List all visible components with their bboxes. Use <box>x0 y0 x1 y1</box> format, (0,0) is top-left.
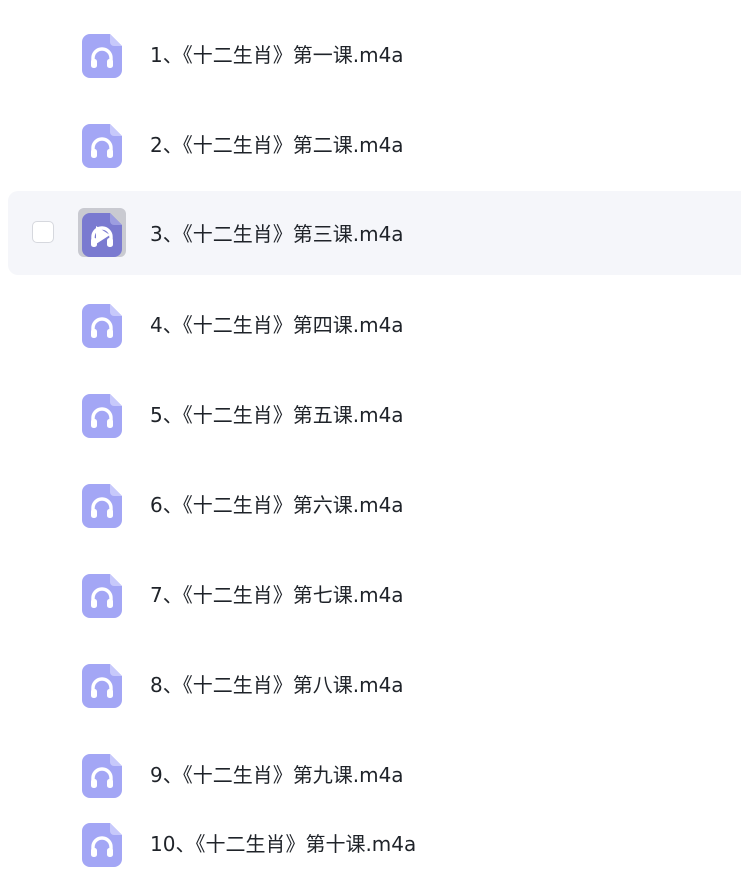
file-name[interactable]: 9、《十二生肖》第九课.m4a <box>150 762 404 788</box>
file-name[interactable]: 10、《十二生肖》第十课.m4a <box>150 831 416 857</box>
file-row[interactable]: 2、《十二生肖》第二课.m4a <box>8 102 741 186</box>
file-name[interactable]: 1、《十二生肖》第一课.m4a <box>150 42 404 68</box>
file-row[interactable]: 7、《十二生肖》第七课.m4a <box>8 552 741 636</box>
headphones-icon <box>82 754 122 798</box>
headphones-icon <box>82 484 122 528</box>
file-name[interactable]: 2、《十二生肖》第二课.m4a <box>150 132 404 158</box>
headphones-icon <box>82 34 122 78</box>
file-name[interactable]: 8、《十二生肖》第八课.m4a <box>150 672 404 698</box>
file-name[interactable]: 3、《十二生肖》第三课.m4a <box>150 221 404 247</box>
headphones-icon <box>82 574 122 618</box>
file-name[interactable]: 4、《十二生肖》第四课.m4a <box>150 312 404 338</box>
file-name[interactable]: 5、《十二生肖》第五课.m4a <box>150 402 404 428</box>
audio-file-icon[interactable] <box>82 304 122 348</box>
headphones-icon <box>82 304 122 348</box>
audio-file-icon[interactable] <box>82 213 122 257</box>
headphones-icon <box>82 823 122 867</box>
file-name[interactable]: 6、《十二生肖》第六课.m4a <box>150 492 404 518</box>
audio-file-icon[interactable] <box>82 124 122 168</box>
file-row[interactable]: 4、《十二生肖》第四课.m4a <box>8 282 741 366</box>
file-name[interactable]: 7、《十二生肖》第七课.m4a <box>150 582 404 608</box>
file-row[interactable]: 10、《十二生肖》第十课.m4a <box>8 801 741 885</box>
audio-file-icon[interactable] <box>82 394 122 438</box>
file-row[interactable]: 8、《十二生肖》第八课.m4a <box>8 642 741 726</box>
audio-file-icon[interactable] <box>82 574 122 618</box>
audio-file-icon[interactable] <box>82 823 122 867</box>
headphones-icon <box>82 394 122 438</box>
row-checkbox[interactable] <box>32 221 54 243</box>
audio-file-icon[interactable] <box>82 754 122 798</box>
file-row-hovered[interactable]: 3、《十二生肖》第三课.m4a <box>8 191 741 275</box>
headphones-icon <box>82 124 122 168</box>
file-row[interactable]: 5、《十二生肖》第五课.m4a <box>8 372 741 456</box>
file-row[interactable]: 6、《十二生肖》第六课.m4a <box>8 462 741 546</box>
audio-file-icon[interactable] <box>82 664 122 708</box>
audio-file-icon[interactable] <box>82 484 122 528</box>
file-list: 1、《十二生肖》第一课.m4a 2、《十二生肖》第二课.m4a 3、《十二生肖》… <box>0 0 741 885</box>
play-icon[interactable] <box>96 226 110 244</box>
audio-file-icon[interactable] <box>82 34 122 78</box>
headphones-icon <box>82 664 122 708</box>
file-row[interactable]: 1、《十二生肖》第一课.m4a <box>8 12 741 96</box>
